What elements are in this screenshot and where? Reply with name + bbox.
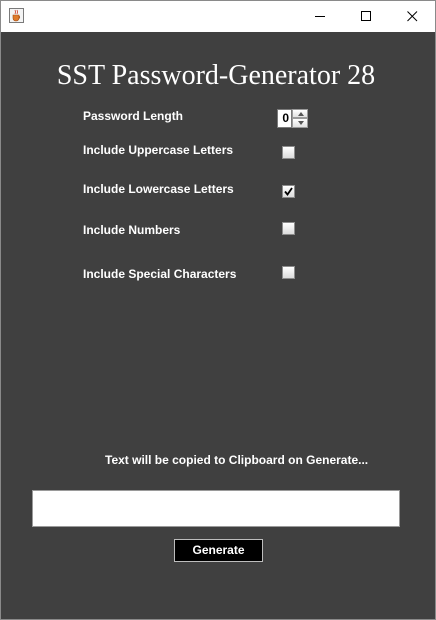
password-length-label: Password Length [83, 109, 184, 123]
maximize-button[interactable] [343, 1, 389, 32]
checkmark-icon [284, 187, 293, 196]
generate-button[interactable]: Generate [174, 539, 263, 562]
close-button[interactable] [389, 1, 435, 32]
special-characters-checkbox[interactable] [282, 266, 295, 279]
page-title: SST Password-Generator 28 [56, 60, 376, 91]
password-length-spinner[interactable]: 0 [277, 109, 308, 128]
lowercase-checkbox[interactable] [282, 185, 295, 198]
password-length-field[interactable]: 0 [277, 109, 292, 128]
password-generator-window: SST Password-Generator 28 Password Lengt… [0, 0, 436, 620]
numbers-checkbox[interactable] [282, 222, 295, 235]
minimize-button[interactable] [297, 1, 343, 32]
lowercase-label: Include Lowercase Letters [83, 182, 234, 196]
java-cup-icon[interactable] [9, 8, 24, 23]
password-output-field[interactable] [32, 490, 400, 527]
title-bar[interactable] [1, 1, 435, 32]
chevron-up-icon [298, 112, 304, 116]
numbers-label: Include Numbers [83, 223, 181, 237]
main-panel: SST Password-Generator 28 Password Lengt… [1, 32, 435, 619]
spinner-down-button[interactable] [292, 118, 308, 128]
maximize-icon [360, 11, 371, 21]
spinner-up-button[interactable] [292, 109, 308, 118]
chevron-down-icon [298, 121, 304, 125]
uppercase-label: Include Uppercase Letters [83, 143, 234, 157]
minimize-icon [314, 16, 325, 17]
uppercase-checkbox[interactable] [282, 146, 295, 159]
special-characters-label: Include Special Characters [83, 267, 237, 281]
clipboard-note: Text will be copied to Clipboard on Gene… [105, 453, 369, 467]
close-icon [406, 11, 417, 22]
